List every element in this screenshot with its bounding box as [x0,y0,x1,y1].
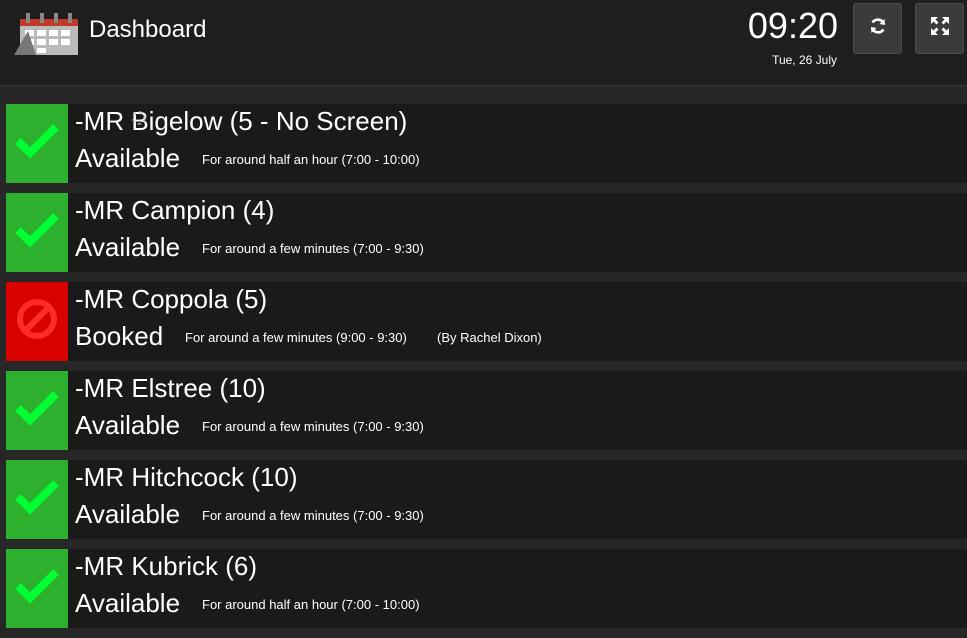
status-booked-box [6,282,68,361]
status-available-box [6,371,68,450]
fullscreen-button[interactable] [915,3,964,54]
app-title: Dashboard [89,16,207,43]
room-detail: For around a few minutes (9:00 - 9:30) [185,330,407,345]
room-list: -MR Bigelow (5 - No Screen) Available Fo… [6,104,967,638]
calendar-logo-icon [14,11,84,57]
status-available-box [6,193,68,272]
check-icon [14,210,60,255]
check-icon [14,477,60,522]
room-row[interactable]: -MR Campion (4) Available For around a f… [6,193,967,272]
clock-date: Tue, 26 July [772,53,837,67]
fullscreen-icon [930,16,950,41]
room-row[interactable]: -MR Elstree (10) Available For around a … [6,371,967,450]
status-available-box [6,460,68,539]
room-detail: For around a few minutes (7:00 - 9:30) [202,241,424,256]
clock-time: 09:20 [747,5,838,46]
room-name: -MR Coppola (5) [75,284,268,314]
room-name: -MR Bigelow (5 - No Screen) [75,106,408,136]
check-icon [14,388,60,433]
room-status: Available [75,232,181,262]
room-row[interactable]: -MR Kubrick (6) Available For around hal… [6,549,967,628]
header-bar: Dashboard 09:20 Tue, 26 July [0,0,967,86]
room-status: Available [75,499,181,529]
status-available-box [6,549,68,628]
room-status: Available [75,588,181,618]
room-status: Available [75,410,181,440]
room-detail: For around half an hour (7:00 - 10:00) [202,152,420,167]
loading-spinner-icon [130,109,148,127]
no-entry-icon [15,297,59,346]
check-icon [14,121,60,166]
room-row[interactable]: -MR Hitchcock (10) Available For around … [6,460,967,539]
room-booked-by: (By Rachel Dixon) [437,330,542,345]
room-detail: For around half an hour (7:00 - 10:00) [202,597,420,612]
check-icon [14,566,60,611]
room-name: -MR Campion (4) [75,195,275,225]
room-detail: For around a few minutes (7:00 - 9:30) [202,508,424,523]
room-status: Available [75,143,181,173]
refresh-icon [868,16,888,41]
room-status: Booked [75,321,164,351]
room-row[interactable]: -MR Coppola (5) Booked For around a few … [6,282,967,361]
refresh-button[interactable] [853,3,902,54]
room-detail: For around a few minutes (7:00 - 9:30) [202,419,424,434]
room-name: -MR Kubrick (6) [75,551,258,581]
room-row[interactable]: -MR Bigelow (5 - No Screen) Available Fo… [6,104,967,183]
status-available-box [6,104,68,183]
room-name: -MR Hitchcock (10) [75,462,298,492]
room-name: -MR Elstree (10) [75,373,266,403]
